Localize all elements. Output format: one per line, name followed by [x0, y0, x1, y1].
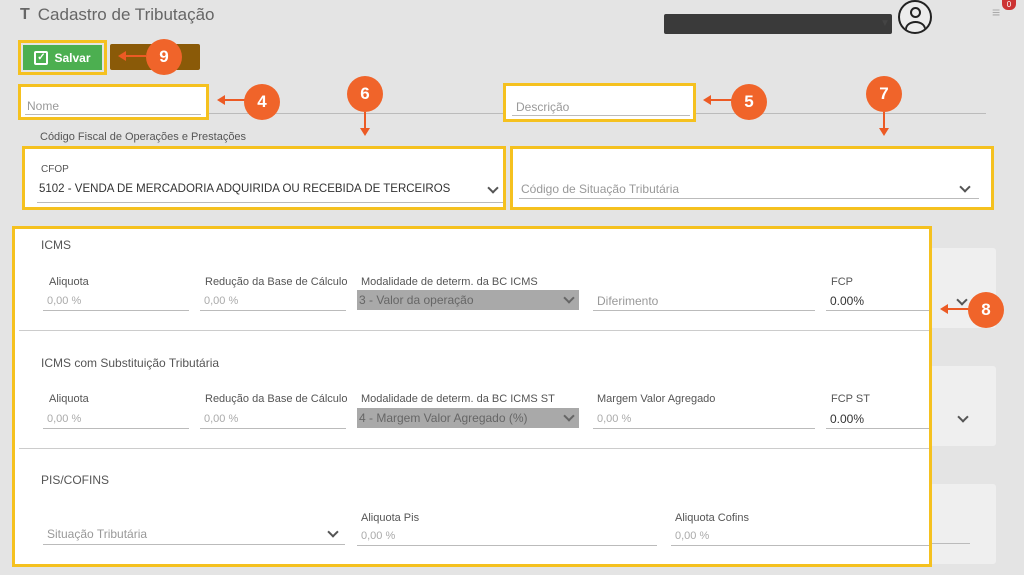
chevron-down-icon: [487, 182, 499, 194]
menu-icon[interactable]: ≡: [992, 4, 1000, 20]
icms-st-reducao-value: 0,00 %: [204, 413, 239, 425]
icms-reducao-label: Redução da Base de Cálculo: [205, 276, 348, 288]
icms-modalidade-select[interactable]: 3 - Valor da operação: [357, 290, 579, 310]
nome-highlight: Nome: [18, 84, 209, 120]
cfop-section-label: Código Fiscal de Operações e Prestações: [40, 131, 247, 143]
notification-badge[interactable]: 0: [1002, 0, 1016, 10]
aliquota-cofins-input[interactable]: 0,00 %: [671, 524, 929, 546]
divider: [19, 330, 929, 331]
annotation-badge-4: 4: [244, 84, 280, 120]
save-label: Salvar: [54, 50, 91, 65]
page-title: T Cadastro de Tributação: [20, 5, 215, 25]
chevron-down-icon: [563, 292, 575, 304]
page-title-text: Cadastro de Tributação: [37, 5, 215, 24]
pis-situacao-select[interactable]: Situação Tributária: [43, 521, 345, 545]
icms-st-fcp-label: FCP ST: [831, 393, 870, 405]
icms-st-margem-value: 0,00 %: [597, 413, 632, 425]
icms-st-modalidade-select[interactable]: 4 - Margem Valor Agregado (%): [357, 408, 579, 428]
aliquota-cofins-label: Aliquota Cofins: [675, 512, 749, 524]
icms-st-modalidade-value: 4 - Margem Valor Agregado (%): [359, 411, 528, 425]
icms-reducao-value: 0,00 %: [204, 295, 239, 307]
aliquota-pis-input[interactable]: 0,00 %: [357, 524, 657, 546]
icms-diferimento-placeholder: Diferimento: [597, 294, 659, 308]
cst-highlight: Código de Situação Tributária: [510, 146, 994, 210]
save-button[interactable]: ✓ Salvar: [23, 45, 102, 70]
icms-st-reducao-label: Redução da Base de Cálculo: [205, 393, 348, 405]
nome-input[interactable]: Nome: [25, 91, 201, 115]
icms-aliquota-value: 0,00 %: [47, 295, 82, 307]
annotation-badge-8: 8: [968, 292, 1004, 328]
descricao-highlight: Descrição: [503, 83, 696, 122]
user-menu[interactable]: [664, 14, 892, 34]
icms-aliquota-label: Aliquota: [49, 276, 89, 288]
caret-down-icon[interactable]: ▼: [880, 18, 890, 29]
icms-st-aliquota-input[interactable]: 0,00 %: [43, 407, 189, 429]
icms-st-fcp-input[interactable]: 0.00%: [826, 407, 929, 429]
pis-situacao-placeholder: Situação Tributária: [47, 527, 148, 541]
icms-reducao-input[interactable]: 0,00 %: [200, 289, 346, 311]
cst-placeholder: Código de Situação Tributária: [521, 182, 680, 196]
icms-aliquota-input[interactable]: 0,00 %: [43, 289, 189, 311]
icms-fcp-label: FCP: [831, 276, 853, 288]
annotation-badge-9: 9: [146, 39, 182, 75]
aliquota-cofins-value: 0,00 %: [675, 530, 710, 542]
divider: [19, 448, 929, 449]
aliquota-pis-label: Aliquota Pis: [361, 512, 420, 524]
icms-fcp-input[interactable]: 0.00%: [826, 289, 929, 311]
cfop-value: 5102 - VENDA DE MERCADORIA ADQUIRIDA OU …: [39, 183, 451, 195]
annotation-badge-6: 6: [347, 76, 383, 112]
save-highlight: ✓ Salvar: [18, 40, 107, 75]
pis-card-underline: [930, 543, 970, 544]
aliquota-pis-value: 0,00 %: [361, 530, 396, 542]
annotation-badge-5: 5: [731, 84, 767, 120]
icms-st-aliquota-label: Aliquota: [49, 393, 89, 405]
icms-title: ICMS: [41, 238, 71, 252]
descricao-input[interactable]: Descrição: [512, 90, 690, 116]
chevron-down-icon: [563, 410, 575, 422]
annotation-badge-7: 7: [866, 76, 902, 112]
icms-st-fcp-value: 0.00%: [830, 412, 865, 426]
icms-st-margem-input[interactable]: 0,00 %: [593, 407, 815, 429]
chevron-down-icon: [959, 181, 971, 193]
icms-st-margem-label: Margem Valor Agregado: [597, 393, 716, 405]
icms-modalidade-label: Modalidade de determ. da BC ICMS: [361, 276, 538, 288]
icms-st-card-edge: [930, 366, 996, 446]
chevron-down-icon: [327, 526, 339, 538]
cfop-highlight: CFOP 5102 - VENDA DE MERCADORIA ADQUIRID…: [22, 146, 506, 210]
cfop-label: CFOP: [41, 164, 69, 175]
icms-st-title: ICMS com Substituição Tributária: [41, 356, 220, 370]
pis-card-edge: [930, 484, 996, 564]
icms-modalidade-value: 3 - Valor da operação: [359, 293, 474, 307]
check-icon: ✓: [34, 50, 49, 65]
cst-select[interactable]: Código de Situação Tributária: [519, 157, 979, 199]
cfop-select[interactable]: CFOP 5102 - VENDA DE MERCADORIA ADQUIRID…: [37, 157, 503, 203]
descricao-placeholder: Descrição: [516, 100, 570, 114]
icms-st-reducao-input[interactable]: 0,00 %: [200, 407, 346, 429]
tax-sections-highlight: ICMS Aliquota 0,00 % Redução da Base de …: [12, 226, 932, 567]
tax-icon: T: [20, 6, 30, 23]
avatar-icon[interactable]: [898, 0, 932, 34]
nome-placeholder: Nome: [27, 99, 60, 113]
icms-diferimento-input[interactable]: Diferimento: [593, 289, 815, 311]
icms-fcp-value: 0.00%: [830, 294, 865, 308]
icms-st-aliquota-value: 0,00 %: [47, 413, 82, 425]
icms-st-modalidade-label: Modalidade de determ. da BC ICMS ST: [361, 393, 555, 405]
pis-cofins-title: PIS/COFINS: [41, 473, 110, 487]
